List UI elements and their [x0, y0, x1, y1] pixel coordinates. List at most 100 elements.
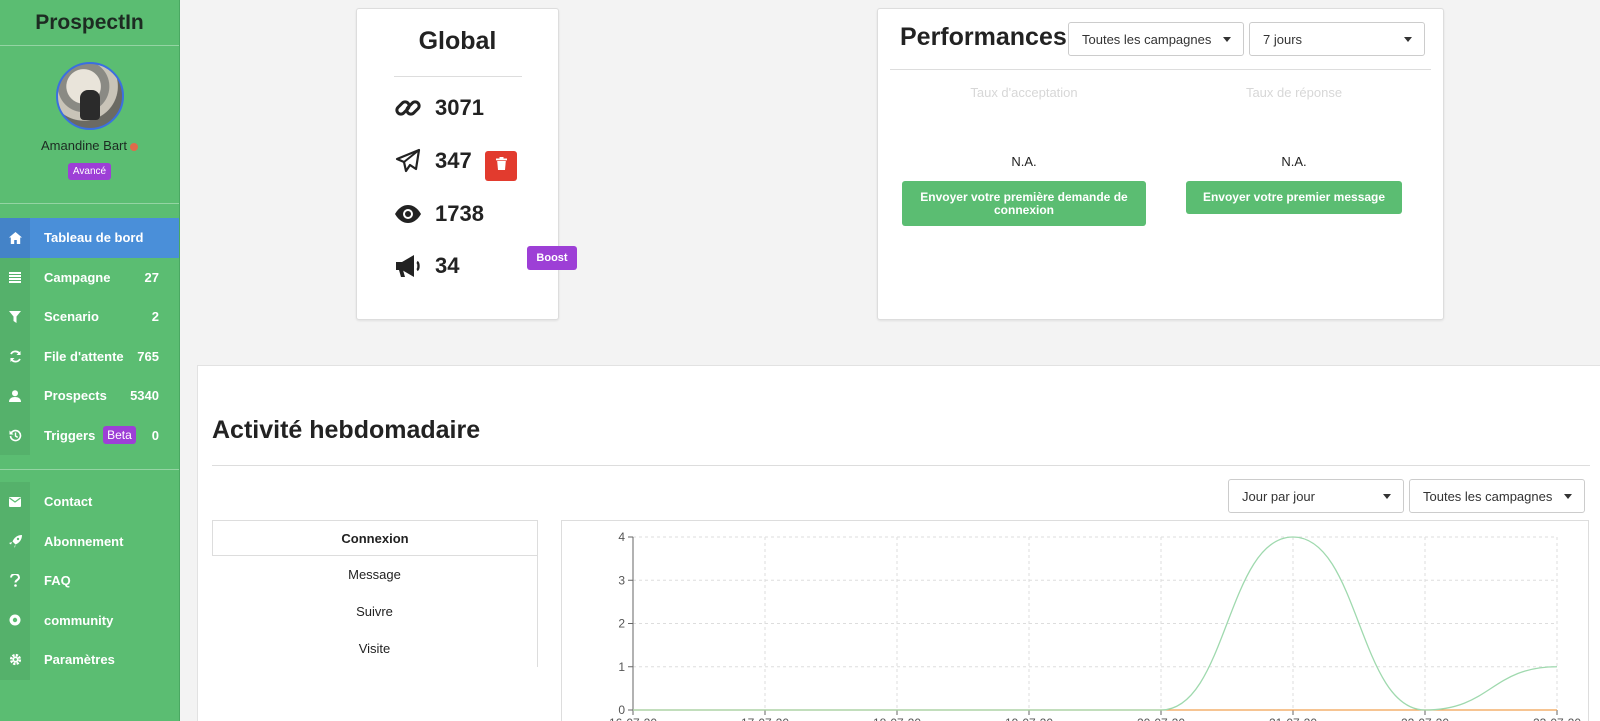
performances-card: Performances Toutes les campagnes 7 jour…: [877, 8, 1444, 320]
y-tick-label: 2: [618, 617, 625, 631]
filter-icon: [0, 297, 30, 337]
gear-icon: [0, 640, 30, 680]
activity-tabs: Connexion Message Suivre Visite: [212, 520, 538, 667]
rocket-icon: [0, 521, 30, 561]
tab-connexion[interactable]: Connexion: [212, 520, 538, 556]
response-rate-column: Taux de réponse N.A. Envoyer votre premi…: [1186, 85, 1402, 214]
caret-down-icon: [1404, 37, 1412, 42]
list-icon: [0, 257, 30, 297]
profile-name: Amandine Bart: [0, 138, 179, 153]
x-tick-label: 19-07-20: [1005, 716, 1053, 721]
sidebar-nav-secondary: Contact Abonnement FAQ community Paramèt…: [0, 482, 179, 680]
x-tick-label: 22-07-20: [1401, 716, 1449, 721]
community-icon: [0, 600, 30, 640]
stat-connections: 3071: [393, 95, 484, 121]
acceptance-rate-title: Taux d'acceptation: [970, 85, 1078, 100]
weekly-divider: [212, 465, 1590, 466]
global-stats-card: Global 3071 347 1738 34: [356, 8, 559, 320]
acceptance-rate-column: Taux d'acceptation N.A. Envoyer votre pr…: [902, 85, 1146, 226]
period-select[interactable]: 7 jours: [1249, 22, 1425, 56]
stat-campaigns: 34: [393, 253, 459, 279]
y-tick-label: 1: [618, 660, 625, 674]
weekly-activity-panel: Activité hebdomadaire Jour par jour Tout…: [197, 365, 1600, 721]
granularity-select[interactable]: Jour par jour: [1228, 479, 1404, 513]
select-value: Jour par jour: [1242, 488, 1315, 504]
x-tick-label: 17-07-20: [741, 716, 789, 721]
sidebar-item-label: Campagne: [44, 269, 111, 285]
sidebar-item-count: 5340: [130, 388, 159, 404]
tab-message[interactable]: Message: [212, 556, 538, 593]
sidebar-item-label: Triggers: [44, 427, 96, 443]
sidebar-item-label: Prospects: [44, 388, 107, 404]
tab-suivre[interactable]: Suivre: [212, 593, 538, 630]
eye-icon: [393, 204, 423, 224]
avatar[interactable]: [55, 62, 124, 130]
boost-button[interactable]: Boost: [527, 246, 577, 270]
sidebar: ProspectIn Amandine Bart Avancé Tableau …: [0, 0, 180, 721]
stat-value: 3071: [435, 95, 484, 120]
sidebar-item-faq[interactable]: FAQ: [0, 561, 179, 601]
home-icon: [0, 218, 30, 258]
response-rate-value: N.A.: [1281, 154, 1307, 169]
sidebar-item-count: 27: [144, 269, 159, 285]
campaign-select[interactable]: Toutes les campagnes: [1068, 22, 1244, 56]
sidebar-item-prospects[interactable]: Prospects 5340: [0, 376, 179, 416]
send-first-message-button[interactable]: Envoyer votre premier message: [1186, 181, 1402, 214]
megaphone-icon: [393, 254, 423, 278]
sidebar-item-triggers[interactable]: Triggers Beta 0: [0, 415, 179, 455]
status-dot-icon: [130, 142, 138, 151]
select-value: Toutes les campagnes: [1082, 31, 1212, 47]
level-badge: Avancé: [67, 163, 112, 180]
sidebar-item-campaign[interactable]: Campagne 27: [0, 257, 179, 297]
caret-down-icon: [1223, 37, 1231, 42]
stat-value: 34: [435, 253, 460, 278]
sidebar-item-subscription[interactable]: Abonnement: [0, 521, 179, 561]
x-tick-label: 18-07-20: [873, 716, 921, 721]
sidebar-item-label: Tableau de bord: [44, 230, 144, 246]
weekly-campaign-select[interactable]: Toutes les campagnes: [1409, 479, 1585, 513]
sidebar-item-settings[interactable]: Paramètres: [0, 640, 179, 680]
sidebar-nav: Tableau de bord Campagne 27 Scenario 2 F…: [0, 218, 179, 455]
weekly-activity-chart: 0 1 2 3 4 16-07-20 17-07-20 18-07-20 19-07-20 20-…: [561, 520, 1589, 721]
y-tick-label: 0: [618, 703, 625, 717]
select-value: 7 jours: [1263, 31, 1303, 47]
sidebar-item-queue[interactable]: File d'attente 765: [0, 336, 179, 376]
sidebar-item-count: 765: [137, 348, 159, 364]
refresh-icon: [0, 336, 30, 376]
caret-down-icon: [1564, 494, 1572, 499]
sidebar-item-scenario[interactable]: Scenario 2: [0, 297, 179, 337]
send-first-connection-button[interactable]: Envoyer votre première demande de connex…: [902, 181, 1146, 226]
sidebar-item-label: Scenario: [44, 309, 99, 325]
brand-logo[interactable]: ProspectIn: [0, 0, 179, 46]
sidebar-item-count: 0: [151, 427, 159, 443]
performances-title: Performances: [900, 23, 1067, 51]
stat-messages: 347: [393, 148, 472, 174]
delete-button[interactable]: [485, 151, 517, 181]
sidebar-item-community[interactable]: community: [0, 600, 179, 640]
x-tick-label: 21-07-20: [1269, 716, 1317, 721]
global-divider: [393, 76, 522, 77]
sidebar-item-label: Abonnement: [44, 533, 124, 549]
link-icon: [393, 95, 423, 121]
history-icon: [0, 415, 30, 455]
performances-divider: [890, 69, 1431, 70]
trash-icon: [495, 157, 507, 175]
nav-divider: [0, 469, 179, 470]
sidebar-item-label: File d'attente: [44, 348, 124, 364]
sidebar-item-label: FAQ: [44, 573, 71, 589]
chart-svg: 0 1 2 3 4 16-07-20 17-07-20 18-07-20 19-07-20 20-…: [609, 530, 1581, 721]
sidebar-item-contact[interactable]: Contact: [0, 482, 179, 522]
stat-value: 347: [435, 148, 472, 173]
stat-value: 1738: [435, 201, 484, 226]
question-icon: [0, 561, 30, 601]
stat-visits: 1738: [393, 201, 484, 227]
global-title: Global: [418, 27, 497, 55]
beta-badge: Beta: [103, 426, 136, 445]
select-value: Toutes les campagnes: [1423, 488, 1553, 504]
acceptance-rate-value: N.A.: [1011, 154, 1037, 169]
x-tick-label: 20-07-20: [1137, 716, 1185, 721]
sidebar-item-dashboard[interactable]: Tableau de bord: [0, 218, 179, 258]
tab-visite[interactable]: Visite: [212, 630, 538, 667]
caret-down-icon: [1383, 494, 1391, 499]
sidebar-item-label: community: [44, 612, 114, 628]
